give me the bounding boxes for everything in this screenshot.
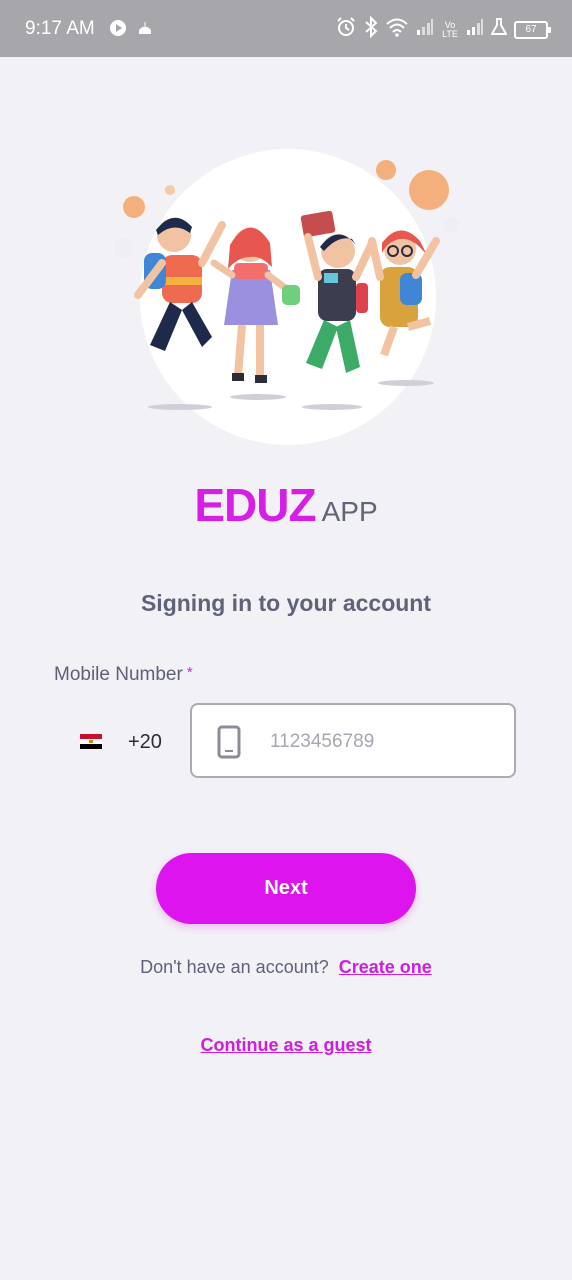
phone-input[interactable]	[268, 723, 502, 761]
mobile-number-label: Mobile Number *	[54, 664, 193, 686]
country-code[interactable]: +20	[128, 731, 162, 754]
page-title: Signing in to your account	[140, 590, 432, 616]
status-time: 9:17 AM	[25, 18, 95, 39]
battery-level: 67	[525, 23, 537, 35]
volte-icon: Vo LTE	[442, 19, 458, 39]
wifi-icon	[385, 17, 409, 42]
phone-field[interactable]	[190, 703, 516, 778]
guest-link-row: Continue as a guest	[0, 1035, 572, 1056]
required-asterisk: *	[186, 664, 193, 681]
egypt-flag-icon[interactable]	[80, 734, 102, 749]
mobile-number-label-text: Mobile Number	[54, 664, 183, 685]
signal-icon	[416, 18, 434, 41]
media-play-icon	[109, 19, 127, 42]
status-bar: 9:17 AM Vo LTE 67	[0, 0, 572, 57]
mobile-phone-icon	[217, 725, 243, 764]
signal-icon-2	[466, 18, 484, 41]
battery-icon: 67	[514, 20, 551, 39]
signup-prompt: Don't have an account? Create one	[0, 957, 572, 978]
brand-name: EDUZ	[194, 479, 316, 531]
alarm-icon	[335, 16, 357, 43]
continue-as-guest-link[interactable]: Continue as a guest	[200, 1035, 371, 1055]
brand-suffix: APP	[321, 496, 378, 527]
mosque-icon	[137, 20, 153, 41]
flask-icon	[490, 18, 508, 41]
bluetooth-icon	[364, 15, 378, 43]
app-logo: EDUZ APP	[0, 478, 572, 532]
next-button[interactable]: Next	[156, 853, 416, 924]
create-account-link[interactable]: Create one	[339, 957, 432, 977]
students-illustration	[113, 149, 459, 445]
no-account-text: Don't have an account?	[140, 957, 329, 977]
